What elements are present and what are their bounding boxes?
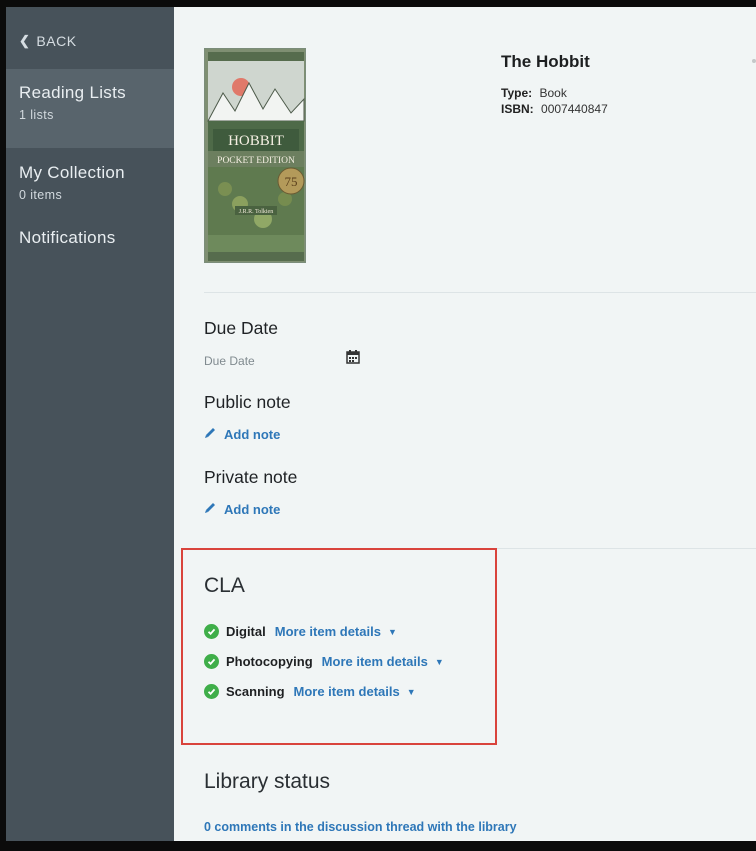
sidebar-item-label: My Collection — [19, 163, 125, 182]
cla-item-name: Digital — [226, 624, 266, 639]
item-detail-panel: HOBBIT POCKET EDITION 75 J.R.R. Tolkien … — [174, 7, 756, 841]
item-type: Type: Book — [501, 86, 567, 100]
check-circle-icon — [204, 624, 219, 639]
private-note-heading: Private note — [204, 467, 298, 487]
cla-item-photocopying: Photocopying More item details ▼ — [204, 654, 444, 669]
caret-down-icon[interactable]: ▼ — [388, 627, 397, 637]
cla-item-name: Photocopying — [226, 654, 313, 669]
due-date-heading: Due Date — [204, 318, 278, 338]
sidebar-item-count: 0 items — [19, 188, 63, 202]
pencil-icon — [204, 426, 217, 442]
isbn-label: ISBN: — [501, 102, 534, 116]
more-item-details-link[interactable]: More item details — [322, 654, 428, 669]
cla-item-scanning: Scanning More item details ▼ — [204, 684, 416, 699]
sidebar-item-label: Reading Lists — [19, 83, 126, 102]
window-frame-top — [0, 0, 756, 7]
divider — [204, 292, 756, 293]
svg-text:HOBBIT: HOBBIT — [228, 133, 284, 149]
caret-down-icon[interactable]: ▼ — [407, 687, 416, 697]
svg-text:75: 75 — [285, 174, 298, 189]
calendar-icon[interactable] — [346, 350, 360, 364]
due-date-input[interactable]: Due Date — [204, 354, 255, 368]
cla-heading: CLA — [204, 574, 245, 597]
chevron-left-icon: ❮ — [19, 33, 31, 48]
type-value: Book — [539, 86, 567, 100]
add-note-label: Add note — [224, 501, 281, 517]
public-note-heading: Public note — [204, 392, 291, 412]
back-label: BACK — [36, 33, 77, 49]
add-note-label: Add note — [224, 426, 281, 442]
library-status-heading: Library status — [204, 770, 331, 793]
item-title: The Hobbit — [501, 52, 590, 71]
more-item-details-link[interactable]: More item details — [275, 624, 381, 639]
back-button[interactable]: ❮ BACK — [6, 7, 174, 69]
sidebar-item-my-collection[interactable]: My Collection 0 items — [6, 148, 174, 228]
type-label: Type: — [501, 86, 533, 100]
pencil-icon — [204, 501, 217, 517]
book-cover-image: HOBBIT POCKET EDITION 75 J.R.R. Tolkien — [204, 48, 306, 263]
svg-text:J.R.R. Tolkien: J.R.R. Tolkien — [239, 209, 273, 215]
sidebar: ❮ BACK Reading Lists 1 lists My Collecti… — [6, 7, 174, 841]
sidebar-item-reading-lists[interactable]: Reading Lists 1 lists — [6, 69, 174, 148]
cla-item-digital: Digital More item details ▼ — [204, 624, 397, 639]
sidebar-item-notifications[interactable]: Notifications — [6, 228, 174, 248]
svg-text:POCKET EDITION: POCKET EDITION — [217, 156, 295, 166]
check-circle-icon — [204, 684, 219, 699]
window-frame-bottom — [0, 841, 756, 851]
add-public-note-button[interactable]: Add note — [204, 426, 280, 442]
overflow-indicator — [752, 59, 756, 63]
more-item-details-link[interactable]: More item details — [294, 684, 400, 699]
sidebar-item-label: Notifications — [19, 228, 116, 247]
caret-down-icon[interactable]: ▼ — [435, 657, 444, 667]
item-isbn: ISBN: 0007440847 — [501, 102, 608, 116]
add-private-note-button[interactable]: Add note — [204, 501, 280, 517]
check-circle-icon — [204, 654, 219, 669]
cla-item-name: Scanning — [226, 684, 285, 699]
discussion-thread-link[interactable]: 0 comments in the discussion thread with… — [204, 820, 517, 834]
sidebar-item-count: 1 lists — [19, 108, 54, 122]
isbn-value: 0007440847 — [541, 102, 608, 116]
